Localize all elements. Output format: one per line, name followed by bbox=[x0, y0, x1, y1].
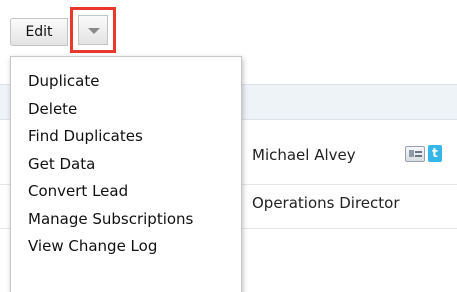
menu-item-get-data[interactable]: Get Data bbox=[11, 151, 241, 179]
twitter-icon[interactable]: t bbox=[428, 145, 442, 162]
caret-down-icon bbox=[88, 28, 100, 34]
vcard-icon[interactable] bbox=[405, 146, 425, 162]
vcard-line bbox=[415, 155, 422, 157]
edit-button[interactable]: Edit bbox=[10, 18, 68, 46]
vcard-photo bbox=[409, 150, 414, 157]
contact-title[interactable]: Operations Director bbox=[252, 194, 400, 212]
menu-item-duplicate[interactable]: Duplicate bbox=[11, 68, 241, 96]
action-button-group: Edit bbox=[10, 7, 116, 53]
record-view: Michael Alvey t Operations Director Edit… bbox=[0, 0, 457, 292]
actions-dropdown-button[interactable] bbox=[78, 15, 108, 45]
actions-menu: Duplicate Delete Find Duplicates Get Dat… bbox=[10, 56, 242, 292]
vcard-line bbox=[415, 151, 422, 153]
menu-item-manage-subscriptions[interactable]: Manage Subscriptions bbox=[11, 206, 241, 234]
contact-name[interactable]: Michael Alvey bbox=[252, 146, 356, 164]
dropdown-toggle-highlight bbox=[70, 7, 116, 53]
menu-item-convert-lead[interactable]: Convert Lead bbox=[11, 178, 241, 206]
menu-item-view-change-log[interactable]: View Change Log bbox=[11, 233, 241, 261]
menu-item-find-duplicates[interactable]: Find Duplicates bbox=[11, 123, 241, 151]
menu-item-delete[interactable]: Delete bbox=[11, 96, 241, 124]
